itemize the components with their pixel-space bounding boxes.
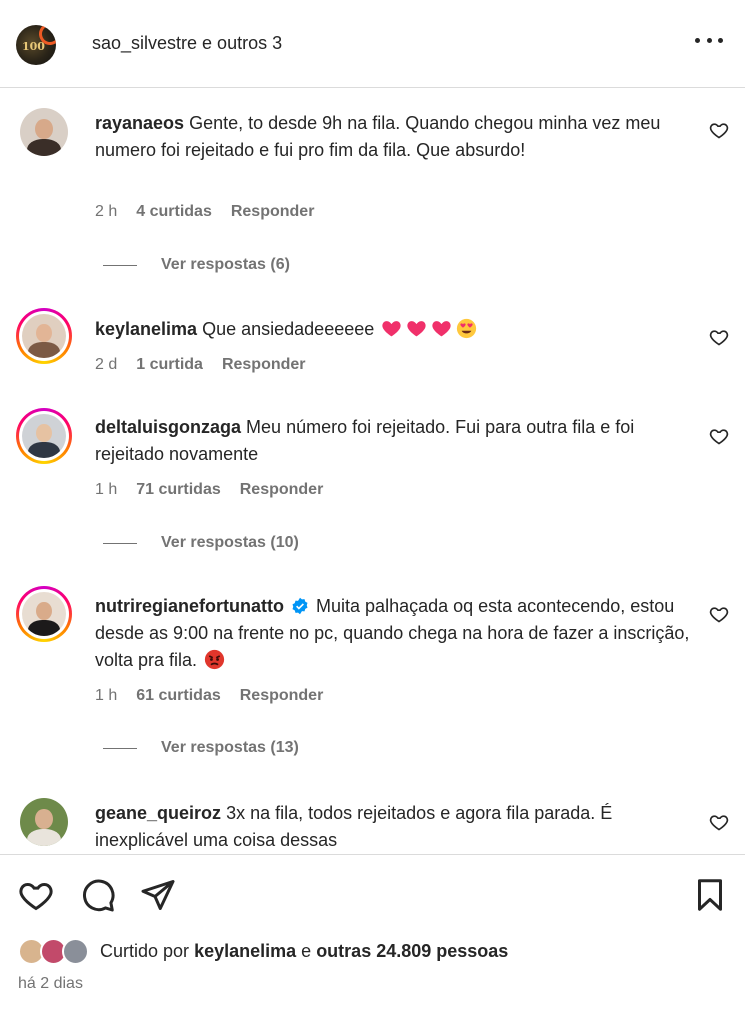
comment-likes[interactable]: 71 curtidas [136, 481, 220, 499]
comments-list: rayanaeos Gente, to desde 9h na fila. Qu… [0, 88, 745, 854]
heart-emoji [432, 321, 451, 337]
comment-bubble-icon[interactable] [80, 877, 116, 913]
reply-button[interactable]: Responder [240, 687, 324, 705]
liked-by-avatars[interactable] [18, 936, 98, 966]
liked-by-user[interactable]: keylanelima [194, 941, 296, 961]
comment-text: keylanelima Que ansiedadeeeeee [95, 316, 695, 343]
avatar[interactable] [16, 104, 72, 160]
comment-time: 1 h [95, 481, 118, 498]
comment-text: deltaluisgonzaga Meu número foi rejeitad… [95, 414, 695, 468]
heart-outline-icon[interactable] [709, 327, 729, 347]
post-actions-bar [0, 854, 745, 934]
liked-by-connector: e [301, 940, 312, 961]
comment-username[interactable]: rayanaeos [95, 113, 184, 133]
comment-meta: 2 h 4 curtidas Responder [95, 203, 314, 221]
view-replies-label: Ver respostas (6) [161, 256, 290, 273]
avatar[interactable] [16, 794, 72, 850]
divider-line [103, 542, 137, 544]
header-title[interactable]: sao_silvestre e outros 3 [92, 33, 282, 54]
comment-time: 1 h [95, 687, 118, 704]
reply-button[interactable]: Responder [231, 203, 315, 221]
comment-username[interactable]: keylanelima [95, 319, 197, 339]
comment-likes[interactable]: 4 curtidas [136, 203, 212, 221]
comment-username[interactable]: geane_queiroz [95, 803, 221, 823]
verified-badge-icon [292, 597, 308, 615]
bookmark-icon[interactable] [692, 877, 728, 913]
comment-time: 2 h [95, 203, 118, 220]
avatar[interactable] [16, 408, 72, 464]
paper-plane-icon[interactable] [140, 877, 176, 913]
comment-body: Que ansiedadeeeeee [202, 319, 375, 339]
heart-outline-icon[interactable] [709, 120, 729, 140]
heart-emoji [407, 321, 426, 337]
avatar [62, 938, 89, 965]
comment-meta: 2 d 1 curtida Responder [95, 356, 306, 374]
liked-by-text: Curtido por keylanelima e outras 24.809 … [100, 941, 508, 962]
post-header: 100 sao_silvestre e outros 3 [0, 0, 745, 88]
avatar-logo-text: 100 [22, 40, 45, 53]
heart-emoji [382, 321, 401, 337]
heart-outline-icon[interactable] [709, 812, 729, 832]
view-replies-label: Ver respostas (10) [161, 534, 299, 551]
more-horizontal-icon[interactable] [695, 30, 723, 50]
reply-button[interactable]: Responder [240, 481, 324, 499]
comment-likes[interactable]: 1 curtida [136, 356, 203, 374]
comment-text: rayanaeos Gente, to desde 9h na fila. Qu… [95, 110, 695, 164]
comment-time: 2 d [95, 356, 118, 373]
view-replies-label: Ver respostas (13) [161, 739, 299, 756]
angry-face-emoji [204, 649, 225, 670]
comment-meta: 1 h 61 curtidas Responder [95, 687, 323, 705]
avatar[interactable] [16, 308, 72, 364]
comment-username[interactable]: nutriregianefortunatto [95, 596, 284, 616]
header-avatar[interactable]: 100 [16, 25, 56, 65]
liked-by-others[interactable]: outras 24.809 pessoas [316, 941, 508, 961]
liked-by-prefix: Curtido por [100, 940, 190, 961]
comment-text: nutriregianefortunatto Muita palhaçada o… [95, 593, 695, 674]
heart-outline-icon[interactable] [709, 604, 729, 624]
heart-eyes-emoji [457, 318, 477, 339]
divider-line [103, 264, 137, 266]
comment-likes[interactable]: 61 curtidas [136, 687, 220, 705]
heart-outline-icon[interactable] [18, 877, 54, 913]
view-replies-button[interactable]: Ver respostas (10) [103, 534, 299, 552]
comment-meta: 1 h 71 curtidas Responder [95, 481, 323, 499]
comment-text: geane_queiroz 3x na fila, todos rejeitad… [95, 800, 695, 854]
liked-by-row: Curtido por keylanelima e outras 24.809 … [18, 936, 508, 966]
comment-username[interactable]: deltaluisgonzaga [95, 417, 241, 437]
view-replies-button[interactable]: Ver respostas (13) [103, 739, 299, 757]
view-replies-button[interactable]: Ver respostas (6) [103, 256, 290, 274]
divider-line [103, 747, 137, 749]
heart-outline-icon[interactable] [709, 426, 729, 446]
post-date[interactable]: há 2 dias [18, 975, 83, 993]
reply-button[interactable]: Responder [222, 356, 306, 374]
avatar[interactable] [16, 586, 72, 642]
